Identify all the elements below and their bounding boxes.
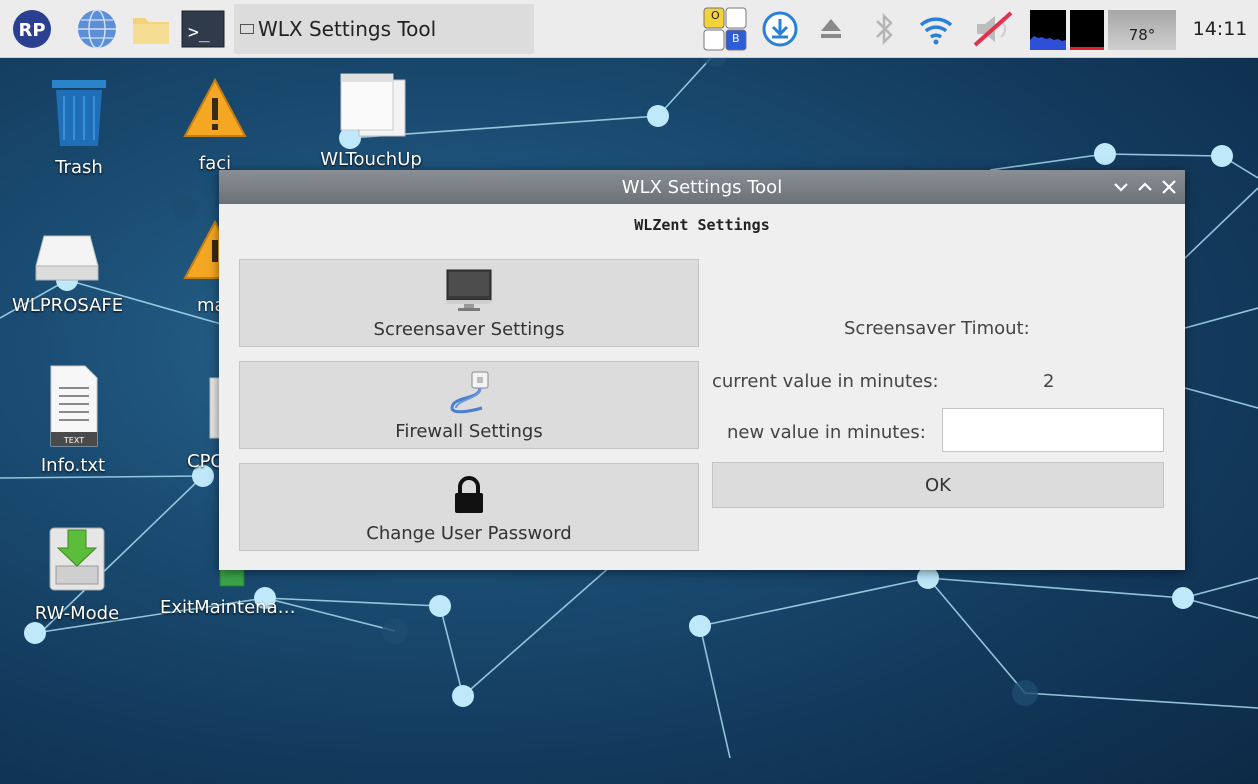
eject-icon[interactable] xyxy=(814,0,848,58)
dialog-heading: WLZent Settings xyxy=(634,216,770,234)
keyboard-layout-indicator[interactable]: O B xyxy=(700,0,750,58)
taskbar-window-button[interactable]: WLX Settings Tool xyxy=(234,4,534,54)
change-password-label: Change User Password xyxy=(366,523,572,544)
ok-button[interactable]: OK xyxy=(712,462,1164,508)
cpu-temperature: 78° xyxy=(1108,10,1176,50)
desktop-icon-label: RW-Mode xyxy=(34,603,120,624)
desktop-icon-label: Info.txt xyxy=(40,455,106,476)
wifi-icon[interactable] xyxy=(914,0,958,58)
chevron-up-icon xyxy=(1138,182,1152,191)
trash-icon xyxy=(52,80,106,146)
install-icon xyxy=(49,527,105,591)
warning-icon xyxy=(183,77,247,137)
keyboard-key-b: B xyxy=(732,32,740,45)
desktop-icon-label: WLTouchUp xyxy=(320,149,422,170)
current-value: 2 xyxy=(1043,371,1055,392)
lock-icon xyxy=(455,476,483,513)
network-cable-icon xyxy=(450,371,489,414)
monitor-icon xyxy=(446,269,492,311)
memory-monitor-graph xyxy=(1070,10,1104,50)
desktop-icon-label: WLPROSAFE xyxy=(12,295,124,316)
volume-muted-icon[interactable] xyxy=(966,0,1022,58)
desktop-icon-label: ExitMaintena… xyxy=(160,597,296,618)
dialog-title: WLX Settings Tool xyxy=(621,176,783,198)
minimize-button[interactable] xyxy=(1113,179,1129,195)
cpu-monitor-graph xyxy=(1030,10,1066,50)
firewall-settings-button[interactable]: Firewall Settings xyxy=(239,361,699,449)
text-file-icon: TEXT xyxy=(50,365,98,447)
window-controls xyxy=(1113,170,1177,204)
new-value-input[interactable] xyxy=(942,408,1164,452)
raspberry-pi-logo-icon[interactable]: RP xyxy=(8,0,56,58)
screensaver-timeout-title: Screensaver Timout: xyxy=(844,318,1030,339)
desktop-icon-wlprosafe[interactable]: WLPROSAFE xyxy=(12,228,124,316)
current-value-label: current value in minutes: xyxy=(712,371,939,392)
change-password-button[interactable]: Change User Password xyxy=(239,463,699,551)
folder-icon[interactable] xyxy=(128,0,174,58)
desktop-icon-label: Trash xyxy=(55,157,103,178)
svg-text:>_: >_ xyxy=(188,22,210,43)
desktop-icon-rw-mode[interactable]: RW-Mode xyxy=(22,522,132,624)
clock[interactable]: 14:11 xyxy=(1186,0,1254,58)
window-icon xyxy=(340,73,406,137)
svg-text:TEXT: TEXT xyxy=(63,436,84,445)
download-icon[interactable] xyxy=(758,0,802,58)
window-mini-icon xyxy=(240,24,254,34)
keyboard-key-o: O xyxy=(711,9,720,22)
svg-text:RP: RP xyxy=(18,20,45,41)
desktop-icon-trash[interactable]: Trash xyxy=(24,76,134,178)
close-button[interactable] xyxy=(1161,179,1177,195)
screensaver-settings-label: Screensaver Settings xyxy=(373,319,565,340)
desktop-icon-facility[interactable]: faci xyxy=(160,76,270,174)
drive-icon xyxy=(35,235,99,281)
screensaver-settings-button[interactable]: Screensaver Settings xyxy=(239,259,699,347)
close-icon xyxy=(1162,180,1176,194)
new-value-label: new value in minutes: xyxy=(727,422,926,443)
bluetooth-icon[interactable] xyxy=(866,0,902,58)
dialog-titlebar[interactable]: WLX Settings Tool xyxy=(219,170,1185,204)
taskbar: RP >_ WLX Settings Tool O B 78° 14:11 xyxy=(0,0,1258,58)
taskbar-window-title: WLX Settings Tool xyxy=(258,17,437,41)
maximize-button[interactable] xyxy=(1137,179,1153,195)
desktop-icon-info-txt[interactable]: TEXT Info.txt xyxy=(18,364,128,476)
chevron-down-icon xyxy=(1114,183,1128,192)
terminal-icon[interactable]: >_ xyxy=(178,0,228,58)
desktop-icon-wltouchup[interactable]: WLTouchUp xyxy=(316,72,426,170)
settings-dialog: WLX Settings Tool WLZent Settings Screen… xyxy=(219,170,1185,570)
globe-icon[interactable] xyxy=(72,0,122,58)
firewall-settings-label: Firewall Settings xyxy=(395,421,543,442)
